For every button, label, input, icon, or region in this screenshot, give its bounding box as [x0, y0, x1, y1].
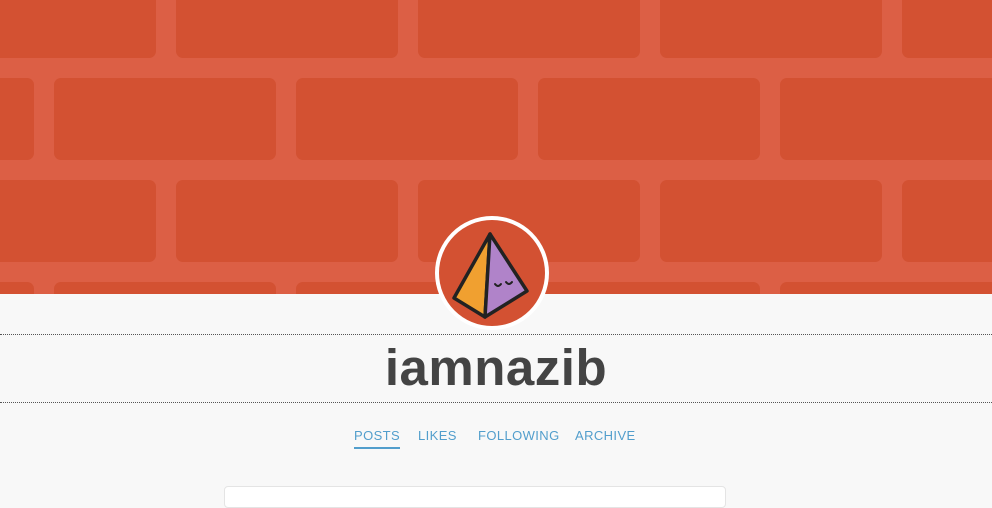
avatar-image	[439, 220, 545, 326]
brick	[0, 78, 34, 160]
brick	[902, 180, 992, 262]
brick	[660, 180, 882, 262]
brick	[902, 0, 992, 58]
pyramid-right-face	[483, 232, 529, 319]
brick	[176, 180, 398, 262]
blog-title[interactable]: iamnazib	[0, 334, 992, 402]
brick	[538, 78, 760, 160]
brick-row	[0, 0, 992, 58]
brick	[418, 0, 640, 58]
brick	[54, 282, 276, 294]
brick	[780, 78, 992, 160]
nav-likes[interactable]: LIKES	[418, 428, 457, 443]
nav-posts[interactable]: POSTS	[354, 428, 401, 449]
brick-row	[0, 78, 992, 160]
brick	[780, 282, 992, 294]
nav-archive[interactable]: ARCHIVE	[575, 428, 636, 443]
brick	[0, 0, 156, 58]
pyramid-icon	[452, 232, 529, 319]
brick	[296, 78, 518, 160]
avatar[interactable]	[435, 216, 549, 330]
brick	[660, 0, 882, 58]
brick	[176, 0, 398, 58]
brick	[54, 78, 276, 160]
brick	[0, 282, 34, 294]
title-bottom-rule	[0, 402, 992, 403]
post-card[interactable]	[224, 486, 726, 508]
brick	[538, 282, 760, 294]
brick	[0, 180, 156, 262]
nav-following[interactable]: FOLLOWING	[478, 428, 560, 443]
